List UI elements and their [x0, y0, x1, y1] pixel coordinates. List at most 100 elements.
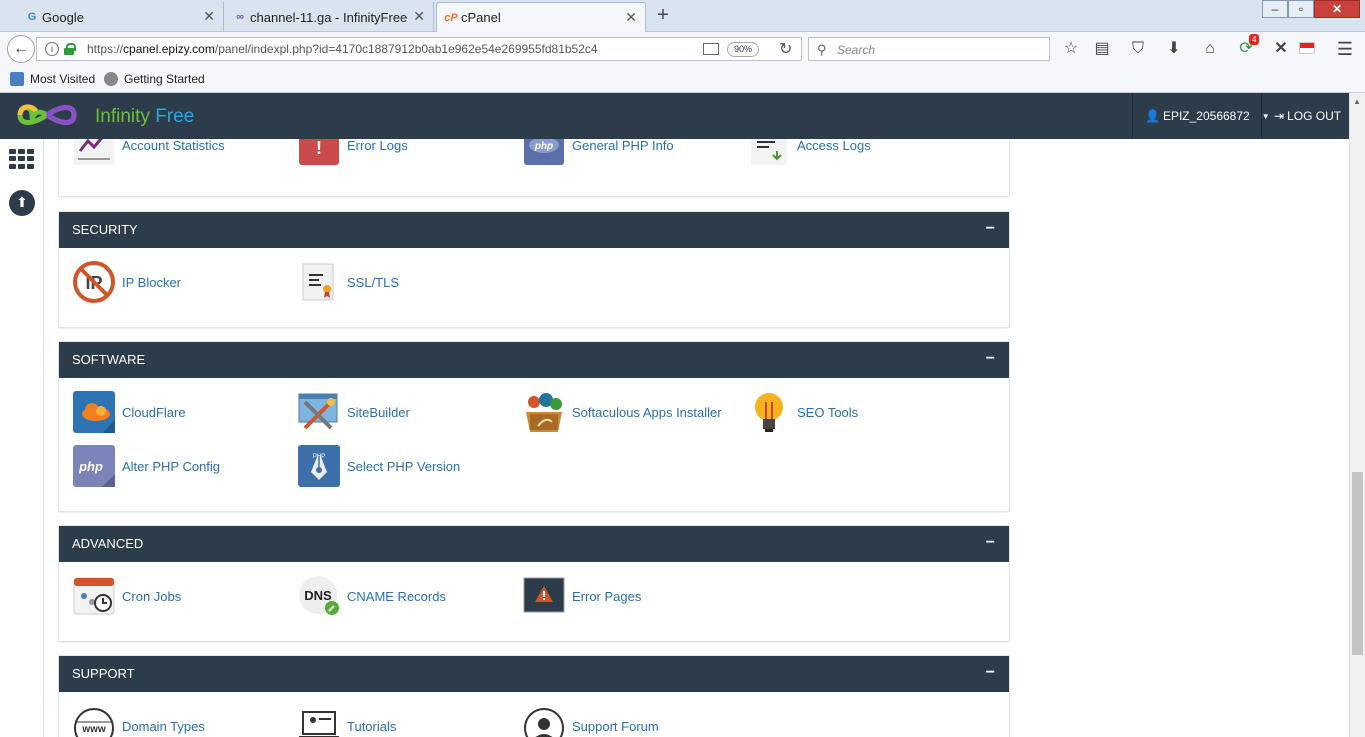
minimize-button[interactable]: –	[1262, 0, 1288, 18]
svg-text:php: php	[534, 141, 553, 152]
search-input[interactable]: ⚲ Search	[808, 37, 1050, 61]
logout-icon: ⇥	[1274, 109, 1285, 123]
certificate-icon	[297, 260, 341, 304]
tab-cpanel[interactable]: cP cPanel ✕	[436, 2, 646, 32]
item-seo-tools[interactable]: SEO Tools	[747, 390, 858, 434]
url-text[interactable]: https://cpanel.epizy.com/panel/indexpl.p…	[87, 42, 598, 56]
item-ip-blocker[interactable]: IP IP Blocker	[72, 260, 181, 304]
lock-icon	[64, 43, 76, 55]
collapse-icon[interactable]: −	[986, 211, 995, 247]
softaculous-icon	[522, 390, 566, 434]
ip-blocker-icon: IP	[72, 260, 116, 304]
svg-text:PHP: PHP	[313, 454, 325, 460]
item-cloudflare[interactable]: CloudFlare	[72, 390, 186, 434]
download-icon[interactable]: ⬇	[1164, 39, 1184, 59]
laptop-icon	[297, 704, 341, 737]
tab-google[interactable]: G Google ✕	[18, 2, 224, 32]
infinity-icon: ∞	[236, 11, 244, 23]
cloudflare-icon	[72, 390, 116, 434]
search-icon: ⚲	[817, 42, 827, 57]
logout-button[interactable]: ⇥ LOG OUT	[1261, 93, 1349, 139]
collapse-icon[interactable]: −	[986, 341, 995, 377]
tab-infinityfree[interactable]: ∞ channel-11.ga - InfinityFree ✕	[226, 2, 434, 32]
item-tutorials[interactable]: Tutorials	[297, 704, 396, 737]
page-content: Account Statistics ! Error Logs php Gene…	[0, 93, 1365, 737]
close-icon[interactable]: ✕	[625, 9, 637, 26]
panel-header-advanced[interactable]: ADVANCED −	[59, 526, 1009, 562]
item-domain-types[interactable]: www Domain Types	[72, 704, 205, 737]
user-menu[interactable]: 👤 EPIZ_20566872 ▼	[1132, 93, 1270, 139]
zoom-indicator[interactable]: 90%	[727, 42, 759, 57]
maximize-button[interactable]: ▫	[1288, 0, 1314, 18]
upload-icon[interactable]: ⬆	[9, 190, 35, 216]
dns-icon: DNS	[297, 574, 341, 618]
item-support-forum[interactable]: Support Forum	[522, 704, 659, 737]
pocket-icon[interactable]: ⛉	[1128, 39, 1148, 59]
top-header: Infinity Free 👤 EPIZ_20566872 ▼ ⇥ LOG OU…	[0, 93, 1349, 139]
bookmark-star-icon[interactable]: ☆	[1061, 39, 1081, 59]
vertical-scrollbar[interactable]: ▲	[1349, 93, 1365, 737]
window-close-button[interactable]: ✕	[1314, 0, 1360, 18]
svg-text:www: www	[81, 724, 106, 735]
panel-header-support[interactable]: SUPPORT −	[59, 656, 1009, 692]
info-icon[interactable]: i	[45, 42, 59, 56]
home-icon[interactable]: ⌂	[1200, 39, 1220, 59]
scroll-thumb[interactable]	[1352, 472, 1363, 655]
notification-badge: 4	[1249, 34, 1260, 45]
bookmarks-toolbar: Most Visited Getting Started	[0, 66, 1365, 93]
new-tab-button[interactable]: +	[652, 4, 674, 27]
user-icon: 👤	[1145, 109, 1160, 123]
tab-strip: G Google ✕ ∞ channel-11.ga - InfinityFre…	[0, 0, 1365, 32]
scroll-up-icon[interactable]: ▲	[1353, 97, 1361, 106]
library-icon[interactable]: ▤	[1092, 39, 1112, 59]
close-icon[interactable]: ✕	[203, 8, 215, 25]
panel-header-security[interactable]: SECURITY −	[59, 212, 1009, 248]
panel-security: SECURITY − IP IP Blocker SSL/TLS	[58, 211, 1010, 328]
php-version-icon: PHP	[297, 444, 341, 488]
bookmark-getting-started[interactable]: Getting Started	[104, 72, 205, 86]
item-select-php-version[interactable]: PHP Select PHP Version	[297, 444, 460, 488]
x-extension-icon[interactable]: ✕	[1271, 39, 1291, 59]
item-cname-records[interactable]: DNS CNAME Records	[297, 574, 446, 618]
panel-header-software[interactable]: SOFTWARE −	[59, 342, 1009, 378]
panel-advanced: ADVANCED − Cron Jobs DNS CNAME Records E…	[58, 525, 1010, 642]
reader-view-icon[interactable]	[703, 43, 719, 55]
url-bar[interactable]: i https://cpanel.epizy.com/panel/indexpl…	[36, 37, 802, 61]
close-icon[interactable]: ✕	[413, 8, 425, 25]
item-error-pages[interactable]: Error Pages	[522, 574, 641, 618]
gear-icon	[104, 72, 118, 86]
left-sidebar: ⬆	[0, 139, 44, 737]
item-ssl-tls[interactable]: SSL/TLS	[297, 260, 399, 304]
panel-support: SUPPORT − www Domain Types Tutorials Sup…	[58, 655, 1010, 737]
navigation-toolbar: ← i https://cpanel.epizy.com/panel/index…	[0, 32, 1365, 66]
username: EPIZ_20566872	[1162, 109, 1250, 123]
collapse-icon[interactable]: −	[986, 525, 995, 561]
svg-text:!: !	[316, 138, 322, 158]
item-alter-php-config[interactable]: php Alter PHP Config	[72, 444, 220, 488]
reload-icon[interactable]: ↻	[779, 39, 792, 59]
search-placeholder: Search	[837, 43, 876, 57]
google-icon: G	[27, 11, 37, 23]
calendar-clock-icon	[72, 574, 116, 618]
item-sitebuilder[interactable]: SiteBuilder	[297, 390, 410, 434]
apps-grid-icon[interactable]	[9, 149, 35, 169]
tab-title: cPanel	[461, 10, 501, 25]
back-button[interactable]: ←	[7, 35, 35, 63]
arrow-left-icon: ←	[13, 40, 29, 57]
warning-icon	[522, 574, 566, 618]
sitebuilder-icon	[297, 390, 341, 434]
svg-text:php: php	[78, 459, 103, 474]
flag-extension-icon[interactable]	[1299, 42, 1315, 54]
collapse-icon[interactable]: −	[986, 655, 995, 691]
most-visited-icon	[10, 72, 24, 86]
svg-text:DNS: DNS	[304, 588, 332, 603]
bookmark-most-visited[interactable]: Most Visited	[10, 72, 95, 86]
infinity-logo-icon[interactable]	[16, 99, 78, 131]
item-cron-jobs[interactable]: Cron Jobs	[72, 574, 181, 618]
item-softaculous[interactable]: Softaculous Apps Installer	[522, 390, 722, 434]
tab-title: channel-11.ga - InfinityFree	[250, 9, 408, 25]
lightbulb-icon	[747, 390, 791, 434]
logo-text[interactable]: Infinity Free	[95, 106, 194, 128]
menu-icon[interactable]: ☰	[1335, 39, 1355, 59]
cpanel-icon: cP	[444, 12, 458, 24]
